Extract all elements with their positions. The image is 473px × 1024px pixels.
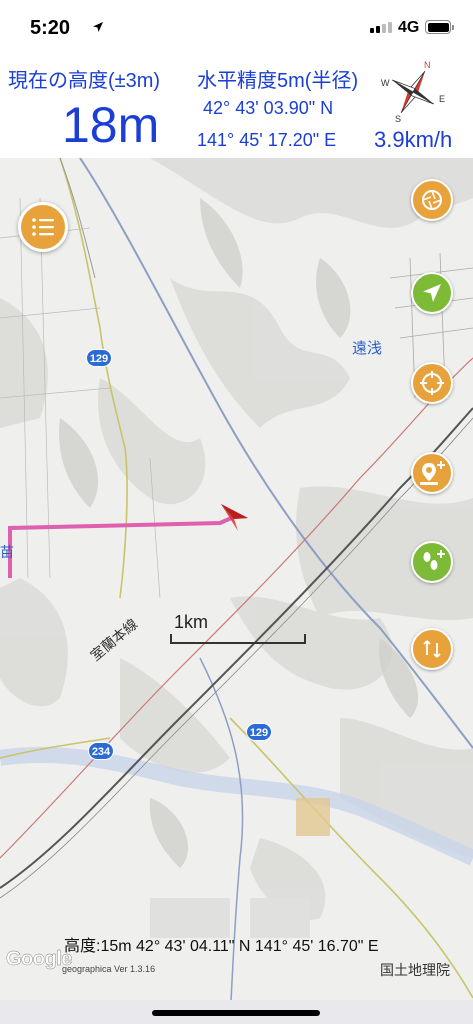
compass-s: S: [395, 114, 401, 124]
center-position-readout: 高度:15m 42° 43' 04.11" N 141° 45' 16.70" …: [64, 938, 379, 955]
route-button[interactable]: [411, 628, 453, 670]
navigation-arrow-icon: [423, 284, 441, 302]
station-label: 苗: [0, 544, 14, 560]
route-shield: 129: [246, 723, 272, 741]
signal-icon: [370, 22, 392, 33]
altitude-value: 18m: [62, 97, 160, 153]
add-track-button[interactable]: [411, 541, 453, 583]
footprints-icon: [423, 550, 445, 570]
current-location-button[interactable]: [411, 272, 453, 314]
scale-label: 1km: [174, 612, 209, 632]
latitude-readout: 42° 43' 03.90" N: [203, 98, 334, 118]
map-view[interactable]: 129 129 234 遠浅 室蘭本線 苗 1km 高度:15m 42° 43'…: [0, 158, 473, 1024]
info-panel: 現在の高度(±3m) 18m 水平精度5m(半径) 42° 43' 03.90"…: [0, 54, 473, 158]
speed-readout: 3.9km/h: [374, 127, 453, 152]
home-indicator[interactable]: [152, 1010, 320, 1016]
altitude-label: 現在の高度(±3m): [8, 70, 161, 92]
status-time: 5:20: [30, 17, 71, 39]
app-version: geographica Ver 1.3.16: [62, 964, 156, 974]
compass-n: N: [424, 60, 431, 70]
crosshair-icon: [420, 371, 444, 395]
terrain-map: [0, 158, 473, 1024]
town-label: 遠浅: [352, 340, 383, 357]
add-marker-button[interactable]: [411, 452, 453, 494]
route-shield: 234: [88, 742, 114, 760]
position-marker-icon: [221, 504, 248, 531]
network-type: 4G: [398, 19, 420, 36]
route-shield: 129: [86, 349, 112, 367]
add-pin-icon: [420, 461, 445, 485]
location-arrow-icon: [93, 22, 103, 32]
accuracy-label: 水平精度5m(半径): [197, 70, 359, 92]
compass-w: W: [381, 78, 390, 88]
aperture-icon: [422, 190, 442, 210]
longitude-readout: 141° 45' 17.20" E: [197, 130, 337, 150]
compass-e: E: [439, 94, 445, 104]
map-credit: 国土地理院: [380, 962, 450, 978]
battery-icon: [425, 20, 451, 34]
crosshair-button[interactable]: [411, 362, 453, 404]
menu-button[interactable]: [18, 202, 68, 252]
scale-bar: [170, 634, 306, 644]
status-bar: 5:20 4G: [0, 0, 473, 54]
layers-button[interactable]: [411, 179, 453, 221]
compass-icon[interactable]: N E S W: [378, 56, 448, 126]
list-icon: [32, 218, 54, 236]
route-icon: [423, 640, 441, 658]
